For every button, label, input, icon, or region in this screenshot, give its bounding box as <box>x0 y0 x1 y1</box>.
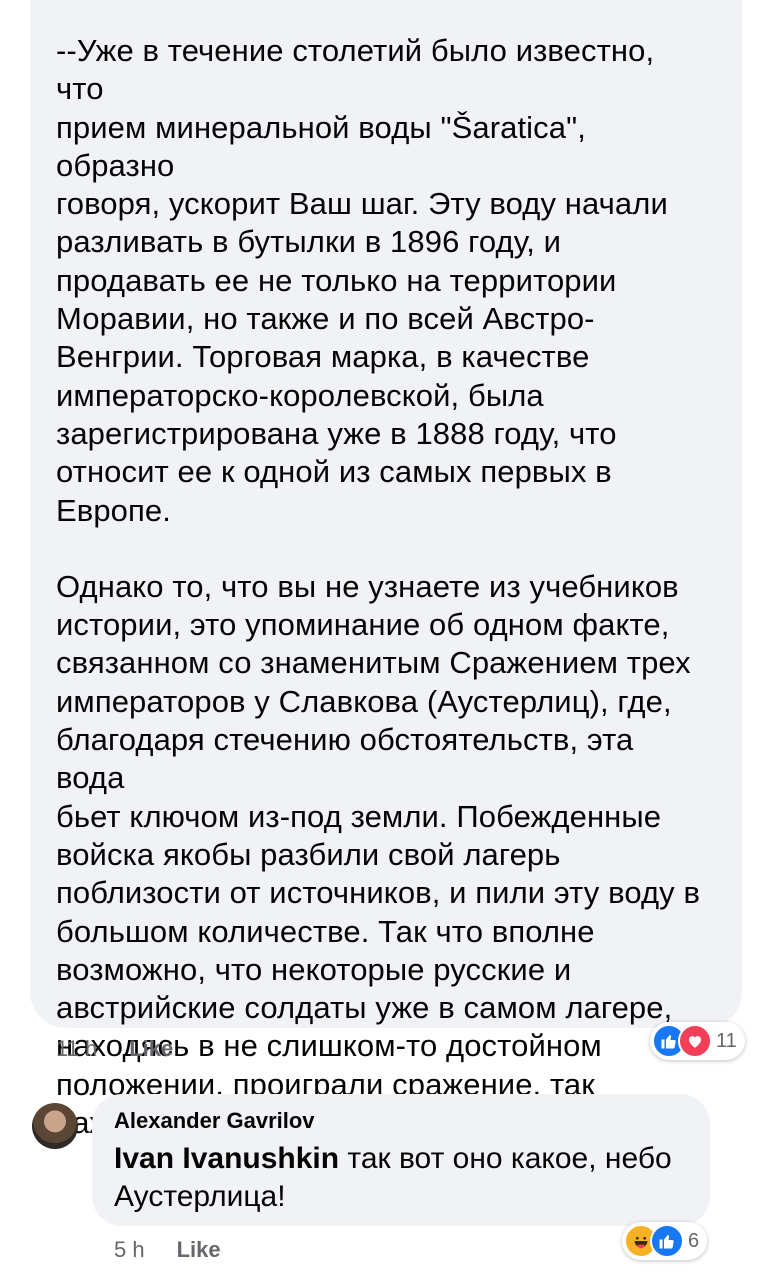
love-icon <box>678 1024 712 1058</box>
reply-bubble: Alexander Gavrilov Ivan Ivanushkin так в… <box>92 1094 710 1226</box>
comment-text: --Уже в течение столетий было известно, … <box>56 33 668 528</box>
reply-text: Ivan Ivanushkin так вот оно какое, небо … <box>114 1140 690 1216</box>
comment-meta: 11 h Like <box>56 1036 173 1062</box>
reaction-count: 11 <box>716 1029 737 1052</box>
author-name[interactable]: Alexander Gavrilov <box>114 1108 690 1134</box>
timestamp[interactable]: 11 h <box>56 1036 97 1062</box>
avatar[interactable] <box>32 1103 78 1149</box>
like-icon <box>650 1224 684 1258</box>
like-button[interactable]: Like <box>129 1036 173 1062</box>
reply-meta: 5 h Like <box>114 1237 221 1263</box>
comment-bubble: --Уже в течение столетий было известно, … <box>30 0 742 1140</box>
reaction-summary[interactable]: 11 <box>650 1022 745 1060</box>
mention-link[interactable]: Ivan Ivanushkin <box>114 1142 339 1175</box>
reaction-summary[interactable]: 6 <box>622 1222 708 1260</box>
timestamp[interactable]: 5 h <box>114 1237 145 1263</box>
reaction-count: 6 <box>688 1229 700 1252</box>
like-button[interactable]: Like <box>177 1237 221 1263</box>
